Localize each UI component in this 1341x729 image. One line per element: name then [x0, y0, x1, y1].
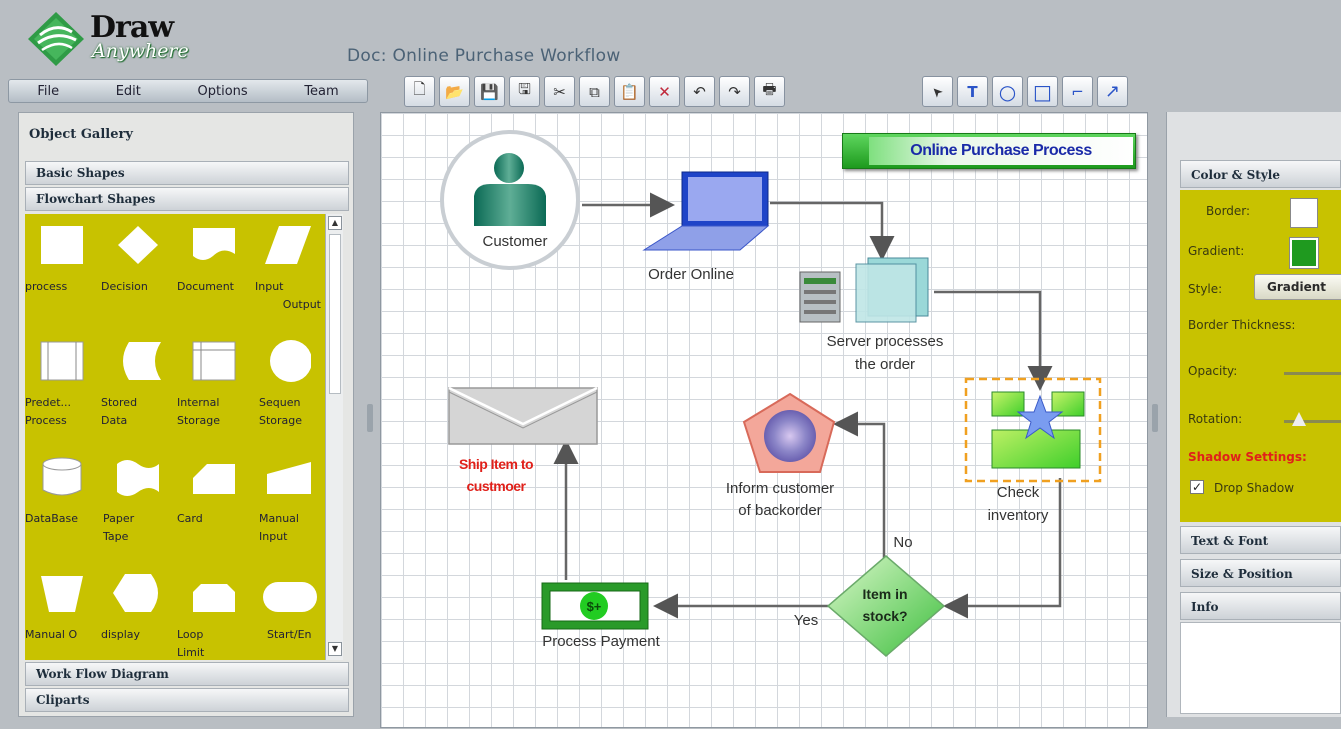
- order-online-label: Order Online: [648, 266, 734, 283]
- payment-node[interactable]: $+: [541, 582, 649, 630]
- gradient-color-swatch[interactable]: [1289, 237, 1319, 269]
- payment-label: Process Payment: [542, 633, 660, 650]
- drop-shadow-checkbox[interactable]: ✓: [1190, 480, 1204, 494]
- color-style-body: Border: Gradient: Style: Gradient Border…: [1180, 190, 1341, 522]
- dollar-icon: $+: [587, 599, 602, 614]
- customer-label: Customer: [482, 233, 548, 250]
- inform-label-line1: Inform customer: [725, 480, 835, 497]
- opacity-slider[interactable]: [1284, 372, 1341, 375]
- style-label: Style:: [1188, 282, 1223, 296]
- decision-label-line2: stock?: [862, 608, 908, 624]
- check-label-line2: inventory: [987, 507, 1049, 524]
- server-icon[interactable]: [799, 257, 929, 323]
- drop-shadow-label: Drop Shadow: [1214, 481, 1295, 495]
- style-dropdown[interactable]: Gradient: [1254, 274, 1341, 300]
- edge-label-no: No: [893, 534, 913, 551]
- rotation-label: Rotation:: [1188, 412, 1243, 426]
- server-label-line2: the order: [854, 356, 916, 373]
- edge-label-yes: Yes: [793, 612, 819, 629]
- section-info[interactable]: Info: [1180, 592, 1341, 620]
- decision-node[interactable]: [826, 555, 946, 657]
- diagram-title-box[interactable]: Online Purchase Process: [842, 133, 1136, 169]
- inventory-node[interactable]: [964, 377, 1102, 483]
- right-splitter-handle[interactable]: [1152, 404, 1158, 432]
- ship-label-line2: custmoer: [466, 478, 526, 494]
- section-color-style[interactable]: Color & Style: [1180, 160, 1341, 188]
- info-content: [1180, 622, 1341, 714]
- inform-label-line2: of backorder: [738, 502, 822, 519]
- opacity-label: Opacity:: [1188, 364, 1238, 378]
- envelope-icon[interactable]: [448, 386, 598, 445]
- check-label-line1: Check: [996, 484, 1040, 501]
- gradient-label: Gradient:: [1188, 244, 1245, 258]
- ship-label-line1: Ship Item to: [458, 456, 534, 472]
- border-color-swatch[interactable]: [1290, 198, 1318, 228]
- diagram-drawing: $+: [440, 130, 1102, 657]
- pentagon-icon[interactable]: [742, 392, 836, 473]
- border-label: Border:: [1206, 204, 1251, 218]
- server-label-line1: Server processes: [826, 333, 944, 350]
- border-thickness-label: Border Thickness:: [1188, 318, 1296, 332]
- laptop-icon[interactable]: [642, 171, 770, 251]
- shadow-settings-label: Shadow Settings:: [1188, 450, 1307, 464]
- rotation-slider-thumb[interactable]: [1292, 412, 1306, 426]
- section-size-position[interactable]: Size & Position: [1180, 559, 1341, 587]
- decision-label-line1: Item in: [862, 586, 908, 602]
- diagram-title: Online Purchase Process: [869, 137, 1133, 165]
- connector-lines: [553, 192, 1062, 619]
- section-text-font[interactable]: Text & Font: [1180, 526, 1341, 554]
